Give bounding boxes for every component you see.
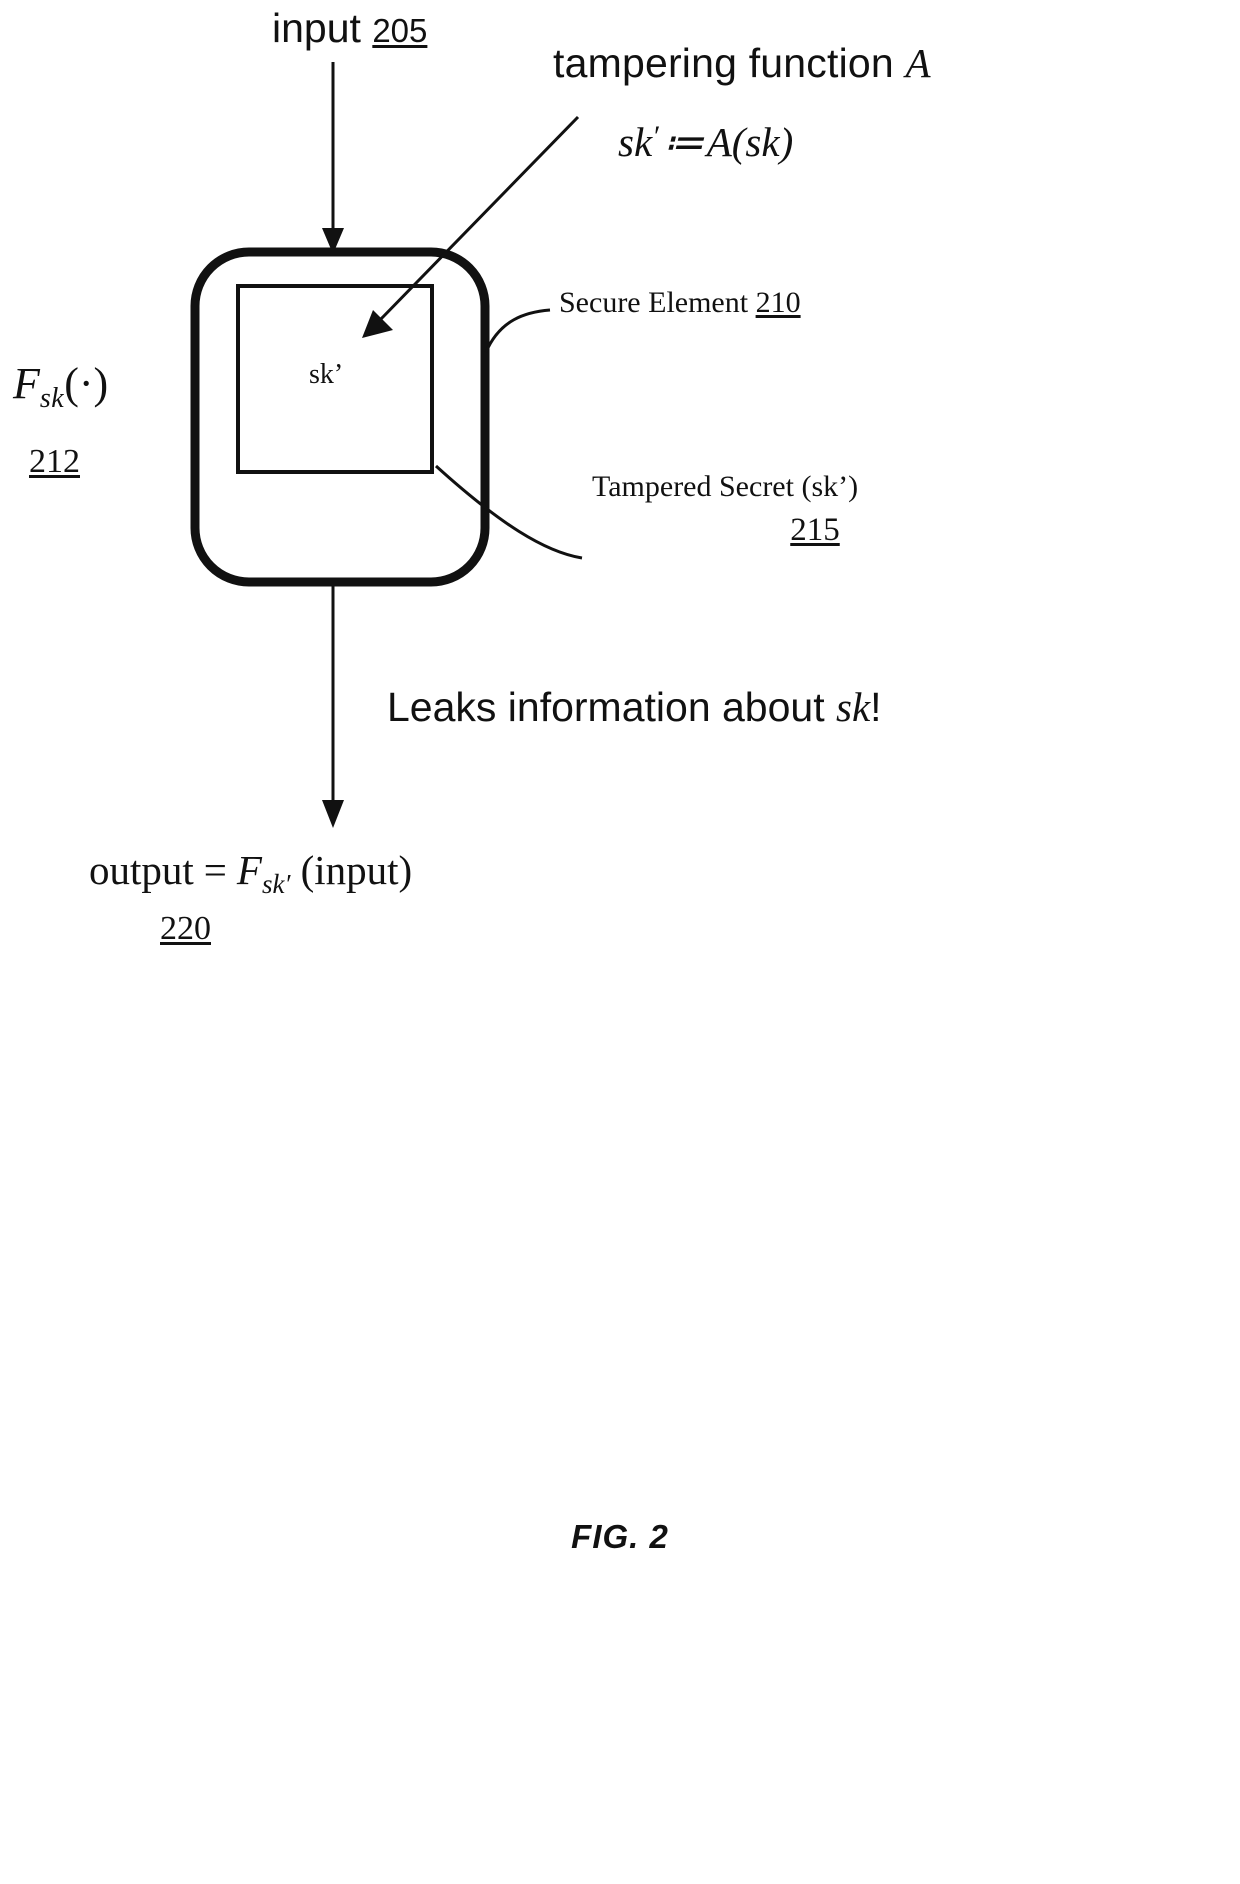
formula-rhs: A(sk) — [706, 119, 794, 165]
secure-element-reference-number: 210 — [755, 286, 801, 319]
secure-element-label-text: Secure Element — [559, 286, 749, 319]
secure-element-leader — [484, 308, 551, 353]
function-notation-label: Fsk(·) — [13, 360, 108, 414]
input-label: input 205 — [272, 6, 427, 50]
output-word: output — [89, 847, 194, 893]
tampered-secret-label: Tampered Secret (sk’) — [592, 470, 859, 503]
tampering-function-symbol: A — [905, 40, 931, 86]
formula-assign-operator: ≔ — [662, 119, 704, 165]
tampering-function-formula: sk′≔A(sk) — [618, 120, 793, 164]
tampering-arrow — [362, 115, 580, 338]
output-reference-number: 220 — [160, 910, 211, 947]
formula-prime-mark: ′ — [652, 120, 659, 153]
function-reference-number: 212 — [29, 443, 80, 480]
secure-element-label: Secure Element 210 — [559, 286, 801, 319]
input-label-text: input — [272, 5, 361, 51]
output-equals-sign: = — [203, 847, 227, 893]
tampered-secret-leader — [434, 464, 583, 560]
figure-caption: FIG. 2 — [571, 1518, 669, 1555]
function-argument: (·) — [64, 359, 109, 408]
leaks-information-note: Leaks information about sk! — [387, 685, 882, 729]
output-arrow — [322, 586, 344, 828]
output-function-argument: (input) — [300, 847, 413, 893]
input-reference-number: 205 — [372, 12, 428, 49]
function-symbol: F — [13, 359, 40, 408]
input-arrow — [322, 62, 344, 254]
leaks-note-prefix: Leaks information about — [387, 684, 836, 730]
inner-box-secret-label: sk’ — [309, 359, 344, 390]
leaks-note-symbol: sk — [836, 684, 871, 730]
output-function-subscript: sk′ — [261, 869, 291, 899]
tampering-function-title-text: tampering function — [553, 40, 906, 86]
leaks-note-suffix: ! — [870, 684, 882, 730]
function-subscript: sk — [39, 383, 65, 414]
formula-lhs: sk — [618, 119, 653, 165]
tampering-function-title: tampering function A — [553, 41, 931, 85]
output-function-symbol: F — [236, 847, 262, 893]
output-expression-label: output = Fsk′ (input) — [89, 848, 412, 899]
tampered-secret-reference-number: 215 — [790, 512, 840, 548]
